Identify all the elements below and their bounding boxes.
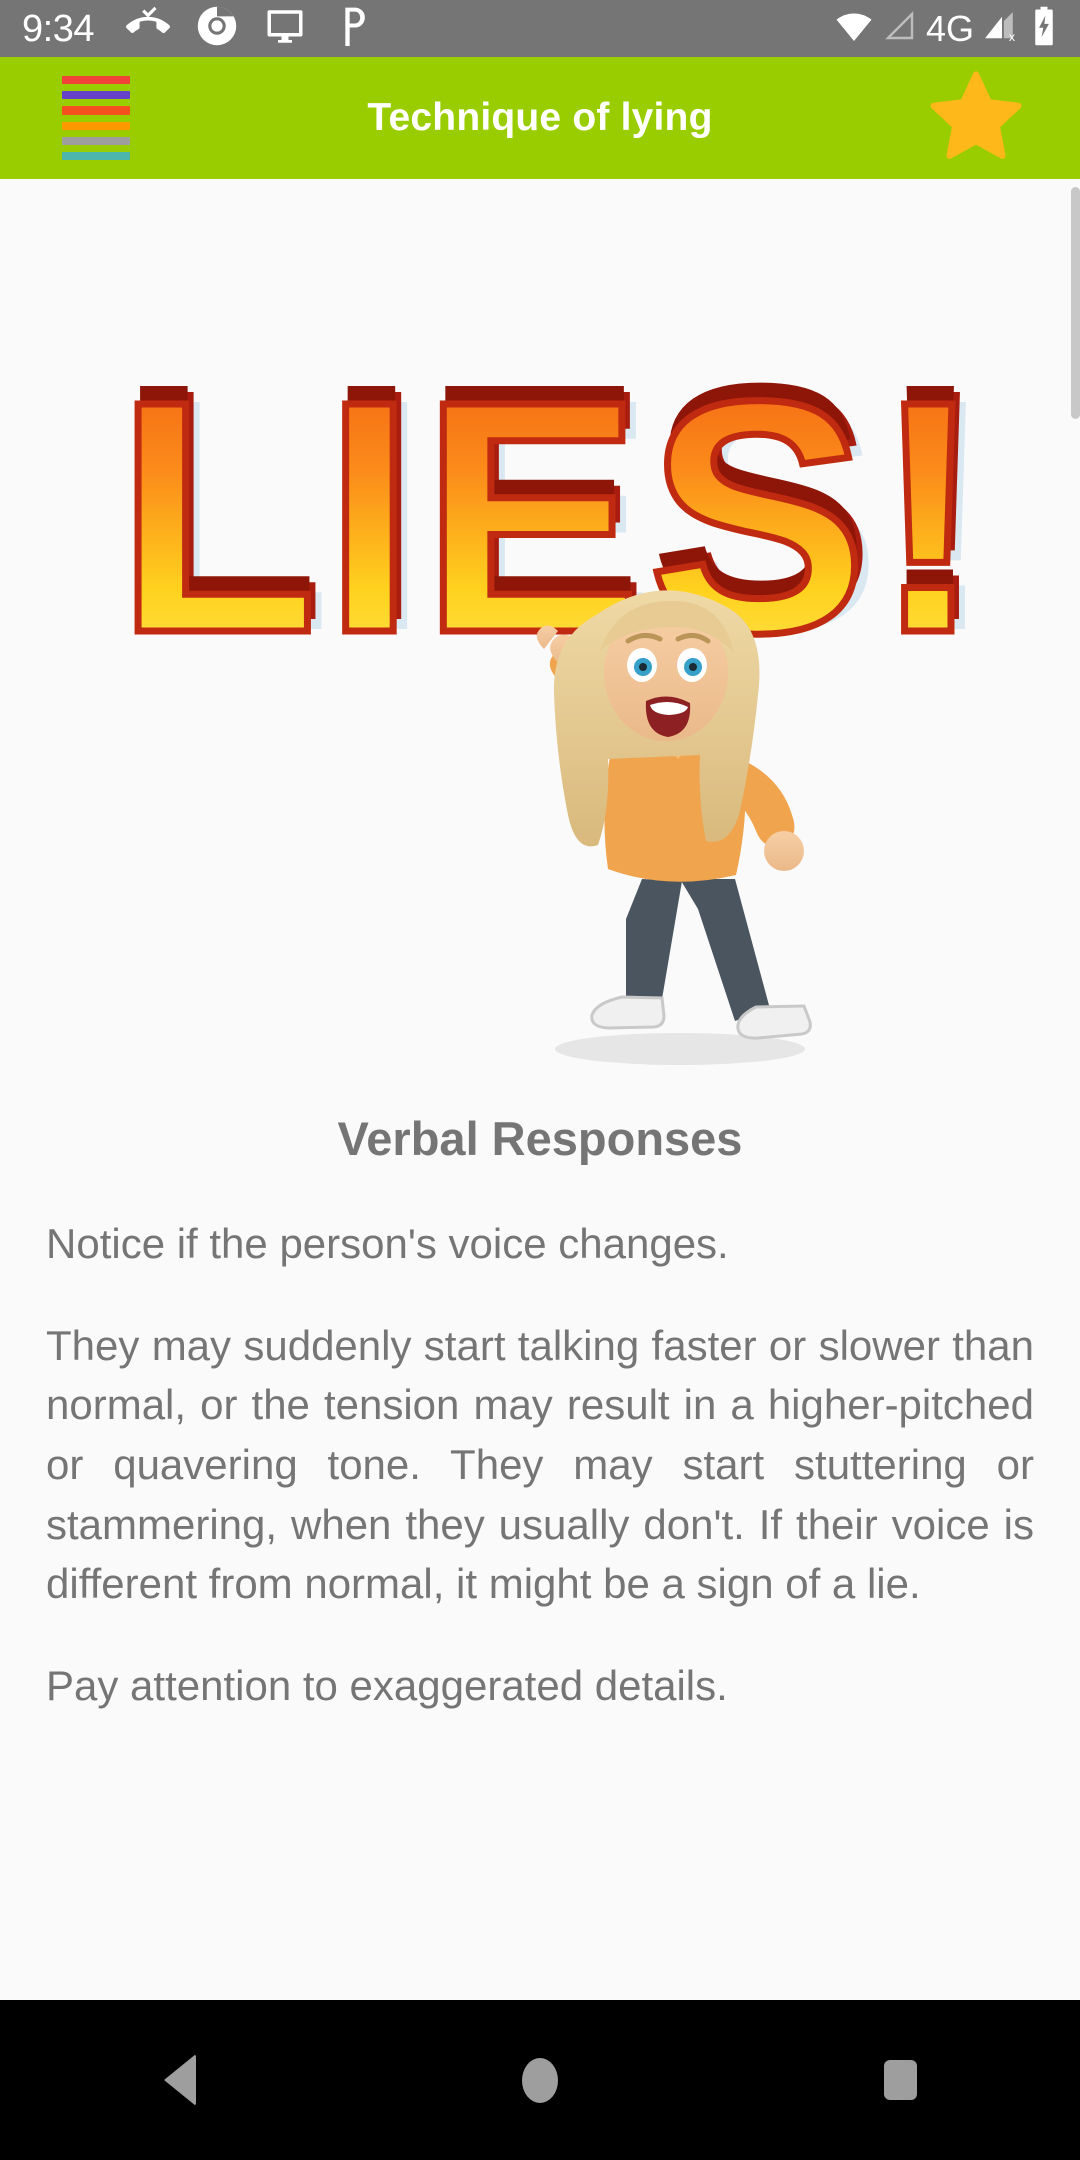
mobile-network-off-icon: x [982, 6, 1022, 51]
hero-illustration: LIES! LIES! LIES! LIES! [0, 199, 1080, 1099]
menu-bar-line-3 [62, 106, 130, 115]
network-type-label: 4G [925, 7, 974, 49]
lies-illustration-svg: LIES! LIES! LIES! LIES! [113, 314, 980, 1065]
wifi-icon [834, 6, 874, 51]
status-bar: 9:34 4G x [0, 0, 1080, 57]
svg-text:x: x [1009, 30, 1016, 44]
status-right-icons: 4G x [834, 5, 1058, 52]
cast-screen-icon [264, 5, 306, 52]
menu-bar-line-4 [62, 121, 130, 130]
menu-bar-line-5 [62, 136, 130, 145]
missed-call-icon [125, 4, 170, 53]
menu-bar-line-1 [62, 75, 130, 85]
android-navigation-bar [0, 2000, 1080, 2160]
article-scroll-area[interactable]: LIES! LIES! LIES! LIES! Verbal Responses… [0, 179, 1080, 2000]
menu-bar-line-6 [62, 151, 130, 161]
svg-text:LIES!: LIES! [116, 332, 980, 701]
back-triangle-icon [164, 2054, 196, 2106]
menu-bar-line-2 [62, 91, 130, 100]
hamburger-menu-icon[interactable] [62, 75, 146, 161]
status-clock: 9:34 [22, 7, 94, 50]
status-left-icons [125, 4, 372, 53]
back-button[interactable] [100, 2000, 260, 2160]
paragraph-3: Pay attention to exaggerated details. [46, 1661, 728, 1709]
star-icon [920, 63, 1032, 174]
article-body: Notice if the person's voice changes. Th… [0, 1214, 1080, 1715]
pinterest-icon [332, 4, 372, 53]
paragraph-1: Notice if the person's voice changes. [46, 1220, 729, 1267]
recent-apps-button[interactable] [820, 2000, 980, 2160]
home-button[interactable] [460, 2000, 620, 2160]
app-bar: Technique of lying [0, 57, 1080, 179]
page-title: Technique of lying [367, 96, 713, 139]
battery-charging-icon [1030, 5, 1058, 52]
favorite-button[interactable] [920, 62, 1032, 174]
signal-empty-icon [882, 6, 918, 51]
paragraph-2: They may suddenly start talking faster o… [46, 1321, 1034, 1608]
home-circle-icon [522, 2057, 558, 2103]
chrome-icon [196, 5, 238, 52]
section-heading: Verbal Responses [337, 1112, 743, 1165]
recent-apps-square-icon [883, 2060, 917, 2100]
